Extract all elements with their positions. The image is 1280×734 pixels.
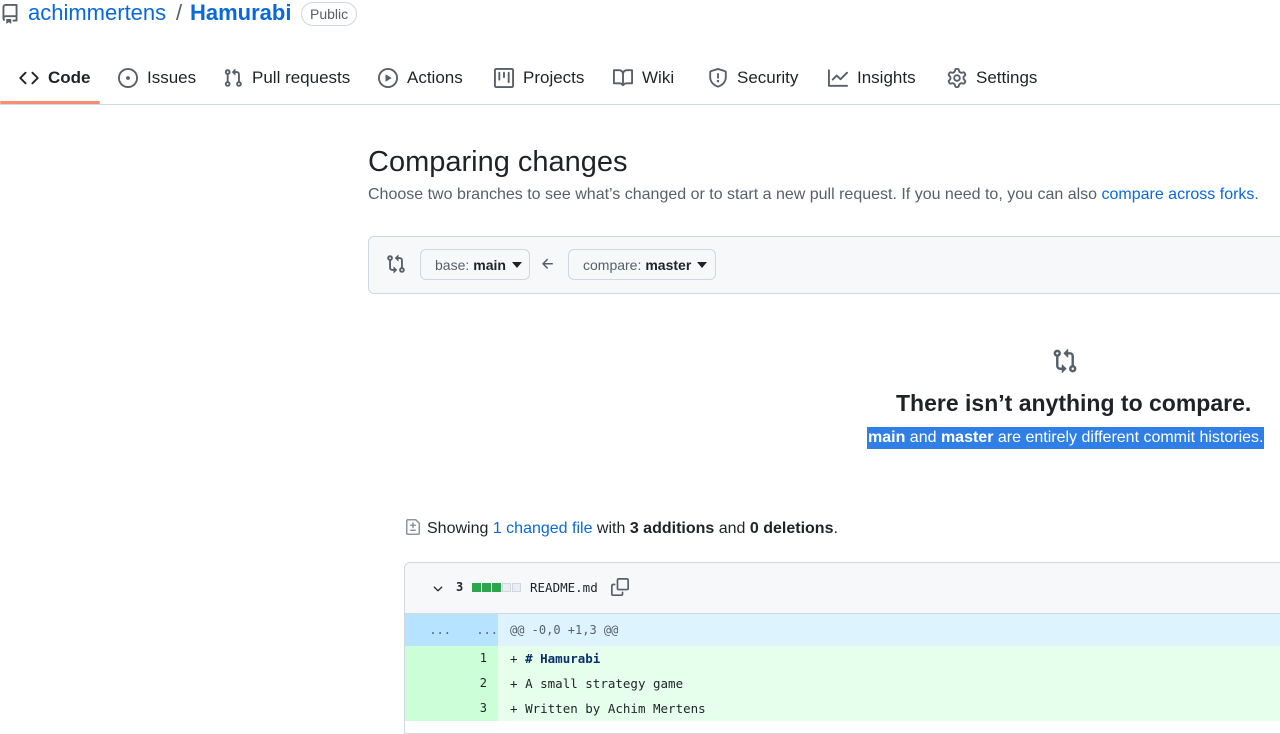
file-diff-icon xyxy=(406,519,420,535)
repo-name-link[interactable]: Hamurabi xyxy=(190,0,291,26)
diffstat-block-added xyxy=(492,583,501,592)
gear-icon xyxy=(947,68,967,88)
tab-label: Insights xyxy=(857,68,916,87)
git-compare-icon xyxy=(387,254,405,274)
tab-label: Code xyxy=(48,68,91,87)
git-pull-request-icon xyxy=(224,68,242,87)
line-prefix: + xyxy=(510,651,526,666)
hunk-expand-right[interactable]: ... xyxy=(451,614,498,646)
file-name-link[interactable]: README.md xyxy=(530,580,598,595)
subtitle-text: Choose two branches to see what’s change… xyxy=(368,186,1102,203)
diffstat-block-added xyxy=(472,583,481,592)
repo-nav-tabs: Code Issues Pull requests Actions Projec… xyxy=(0,52,1280,105)
compare-label: compare: xyxy=(583,256,642,273)
diffstat-and: and xyxy=(718,520,746,537)
diffstat-block-neutral xyxy=(502,583,511,592)
tab-security[interactable]: Security xyxy=(708,52,798,104)
deletions-count: 0 deletions xyxy=(749,520,834,537)
diffstat-summary: Showing 1 changed file with 3 additions … xyxy=(427,520,838,538)
line-prefix: + xyxy=(510,676,526,691)
code-icon xyxy=(19,71,39,85)
conjunction: and xyxy=(909,429,937,446)
compare-branch-select[interactable]: compare: master xyxy=(568,249,716,280)
line-text: Written by Achim Mertens xyxy=(525,701,706,716)
repo-owner-link[interactable]: achimmertens xyxy=(28,0,166,26)
code-line: + # Hamurabi xyxy=(510,646,600,671)
tab-insights[interactable]: Insights xyxy=(828,52,916,104)
tab-label: Security xyxy=(737,68,799,87)
page-subtitle: Choose two branches to see what’s change… xyxy=(368,186,1259,204)
branch-a-name: main xyxy=(868,429,906,446)
line-prefix: + xyxy=(510,701,526,716)
diff-line-added: 1 + # Hamurabi xyxy=(405,646,1280,671)
tab-projects[interactable]: Projects xyxy=(494,52,584,104)
branch-b-name: master xyxy=(940,429,994,446)
tab-label: Wiki xyxy=(642,68,675,87)
git-compare-icon xyxy=(1053,348,1077,374)
repo-separator: / xyxy=(176,0,183,25)
diff-line-added: 3 + Written by Achim Mertens xyxy=(405,696,1280,721)
visibility-badge: Public xyxy=(301,2,358,26)
active-tab-indicator xyxy=(0,101,100,104)
diffstat-block-neutral xyxy=(512,583,521,592)
table-icon xyxy=(494,68,514,88)
diffstat-with: with xyxy=(596,520,626,537)
issue-opened-icon xyxy=(118,68,138,88)
line-text: A small strategy game xyxy=(525,676,684,691)
caret-down-icon xyxy=(511,261,522,268)
blankslate-title: There isn’t anything to compare. xyxy=(896,390,1252,416)
line-text: # Hamurabi xyxy=(525,651,601,666)
code-line: + A small strategy game xyxy=(510,671,683,696)
file-diff: 3 README.md ... ... @@ -0,0 +1,3 @@ 1 + … xyxy=(404,562,1280,734)
subtitle-end: . xyxy=(1254,186,1259,203)
tab-actions[interactable]: Actions xyxy=(378,52,463,104)
additions-count: 3 additions xyxy=(629,520,715,537)
line-number[interactable]: 2 xyxy=(405,671,487,696)
tab-label: Actions xyxy=(407,68,463,87)
line-number[interactable]: 1 xyxy=(405,646,487,671)
arrow-left-icon xyxy=(542,258,553,269)
description-rest: are entirely different commit histories. xyxy=(997,429,1264,446)
copy-icon[interactable] xyxy=(611,578,629,596)
hunk-header-text: @@ -0,0 +1,3 @@ xyxy=(510,623,619,637)
file-change-count: 3 xyxy=(456,580,464,594)
chevron-down-icon[interactable] xyxy=(431,582,445,596)
blankslate-description: main and master are entirely different c… xyxy=(867,427,1265,449)
code-line: + Written by Achim Mertens xyxy=(510,696,706,721)
caret-down-icon xyxy=(697,261,708,268)
repo-icon xyxy=(2,4,18,24)
play-icon xyxy=(378,68,398,88)
diffstat-block-added xyxy=(482,583,491,592)
changed-files-link[interactable]: 1 changed file xyxy=(493,520,593,537)
diff-line-added: 2 + A small strategy game xyxy=(405,671,1280,696)
diffstat-end: . xyxy=(833,520,838,537)
base-label: base: xyxy=(435,256,470,273)
book-icon xyxy=(613,69,633,87)
hunk-expand-left[interactable]: ... xyxy=(405,614,451,646)
tab-issues[interactable]: Issues xyxy=(118,52,196,104)
tab-pull-requests[interactable]: Pull requests xyxy=(223,52,350,104)
graph-icon xyxy=(828,69,848,87)
tab-label: Issues xyxy=(147,68,197,87)
line-number[interactable]: 3 xyxy=(405,696,487,721)
tab-label: Pull requests xyxy=(252,68,351,87)
diffstat-blocks xyxy=(472,583,521,592)
shield-icon xyxy=(709,68,727,88)
tab-settings[interactable]: Settings xyxy=(947,52,1037,104)
compare-across-forks-link[interactable]: compare across forks xyxy=(1101,186,1254,203)
file-header: 3 README.md xyxy=(405,563,1280,614)
diffstat-showing: Showing xyxy=(427,520,489,537)
tab-code[interactable]: Code xyxy=(19,52,91,104)
tab-wiki[interactable]: Wiki xyxy=(613,52,674,104)
base-branch-name: main xyxy=(473,256,506,273)
page-title: Comparing changes xyxy=(368,146,628,178)
tab-label: Projects xyxy=(523,68,585,87)
tab-label: Settings xyxy=(976,68,1038,87)
compare-branch-name: master xyxy=(645,256,692,273)
base-branch-select[interactable]: base: main xyxy=(420,249,530,280)
